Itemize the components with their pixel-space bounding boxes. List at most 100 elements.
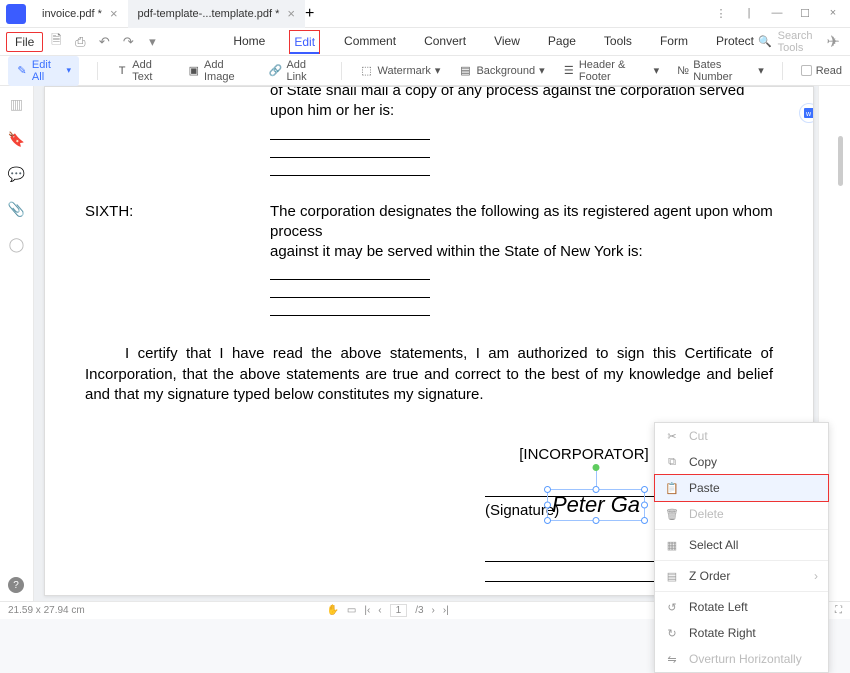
edit-all-button[interactable]: ✎ Edit All ▾ <box>8 56 79 86</box>
menubar: File 🗎 ⎙ ↶ ↷ ▾ Home Edit Comment Convert… <box>0 28 850 56</box>
resize-handle[interactable] <box>593 517 600 524</box>
sixth-label: SIXTH: <box>85 202 270 321</box>
fullscreen-icon[interactable]: ⛶ <box>835 605 842 616</box>
separator <box>655 560 828 561</box>
tab-tools[interactable]: Tools <box>600 30 636 54</box>
background-button[interactable]: ▤Background▾ <box>458 64 544 77</box>
new-tab-button[interactable]: + <box>305 5 314 23</box>
attachment-icon[interactable]: 📎 <box>8 201 25 218</box>
resize-handle[interactable] <box>641 517 648 524</box>
last-page-icon[interactable]: ›| <box>443 605 449 616</box>
print-icon[interactable]: ⎙ <box>73 34 87 50</box>
copy-icon: ⧉ <box>665 456 679 469</box>
context-delete[interactable]: 🗑Delete <box>655 501 828 527</box>
context-overturn[interactable]: ⇋Overturn Horizontally <box>655 646 828 672</box>
bookmark-icon[interactable]: 🔖 <box>8 131 25 148</box>
menubar-right-icons: ✈ ⌂ ⤢ <box>827 32 850 52</box>
resize-handle[interactable] <box>593 486 600 493</box>
dropdown-icon[interactable]: ▾ <box>145 34 159 50</box>
resize-handle[interactable] <box>641 502 648 509</box>
tab-template[interactable]: pdf-template-...template.pdf * × <box>128 0 305 28</box>
delete-icon: 🗑 <box>665 508 679 521</box>
context-rotate-left[interactable]: ↺Rotate Left <box>655 594 828 620</box>
edit-toolbar: ✎ Edit All ▾ TAdd Text ▣Add Image 🔗Add L… <box>0 56 850 86</box>
text-icon: T <box>116 65 128 77</box>
header-footer-button[interactable]: ☰Header & Footer▾ <box>563 59 659 83</box>
tab-label: pdf-template-...template.pdf * <box>138 8 280 20</box>
reader-mode-toggle[interactable]: Read <box>801 65 842 77</box>
search-tools[interactable]: 🔍 Search Tools <box>758 30 813 54</box>
tab-page[interactable]: Page <box>544 30 580 54</box>
help-button[interactable]: ? <box>8 577 24 593</box>
chevron-down-icon: ▾ <box>67 65 72 76</box>
add-image-button[interactable]: ▣Add Image <box>188 59 251 83</box>
quick-access: 🗎 ⎙ ↶ ↷ ▾ <box>49 31 159 53</box>
word-badge-icon[interactable]: w <box>799 103 814 123</box>
context-select-all[interactable]: ▦Select All <box>655 532 828 558</box>
chevron-down-icon: ▾ <box>435 64 441 77</box>
tab-invoice[interactable]: invoice.pdf * × <box>32 0 128 28</box>
close-icon[interactable]: × <box>287 6 295 21</box>
tab-form[interactable]: Form <box>656 30 692 54</box>
chevron-down-icon: ▾ <box>758 64 764 77</box>
thumbnails-icon[interactable]: ▥ <box>10 96 23 113</box>
background-icon: ▤ <box>458 64 472 77</box>
next-page-icon[interactable]: › <box>432 605 435 616</box>
prev-page-icon[interactable]: ‹ <box>378 605 381 616</box>
z-order-icon: ▤ <box>665 570 679 583</box>
context-paste[interactable]: 📋Paste <box>654 474 829 502</box>
titlebar: invoice.pdf * × pdf-template-...template… <box>0 0 850 28</box>
separator <box>341 62 342 80</box>
separator <box>655 529 828 530</box>
more-icon[interactable]: ⋮ <box>714 7 728 20</box>
close-window-button[interactable]: × <box>826 7 840 20</box>
bates-icon: № <box>677 65 689 77</box>
rotation-handle[interactable] <box>593 464 600 471</box>
select-tool-icon[interactable]: ▭ <box>347 605 356 616</box>
chevron-down-icon: ▾ <box>539 64 545 77</box>
tab-comment[interactable]: Comment <box>340 30 400 54</box>
context-cut[interactable]: ✂Cut <box>655 423 828 449</box>
maximize-button[interactable]: ☐ <box>798 7 812 20</box>
page-input[interactable]: 1 <box>390 604 408 617</box>
tab-edit[interactable]: Edit <box>289 30 320 54</box>
window-controls: ⋮ | — ☐ × <box>714 7 850 20</box>
tab-home[interactable]: Home <box>229 30 269 54</box>
separator <box>782 62 783 80</box>
undo-icon[interactable]: ↶ <box>97 34 111 50</box>
watermark-button[interactable]: ⬚Watermark▾ <box>360 64 441 77</box>
resize-handle[interactable] <box>544 486 551 493</box>
page-total: /3 <box>415 605 423 616</box>
context-copy[interactable]: ⧉Copy <box>655 449 828 475</box>
tab-convert[interactable]: Convert <box>420 30 470 54</box>
partial-paragraph: of State shall mail a copy of any proces… <box>270 86 773 122</box>
add-link-button[interactable]: 🔗Add Link <box>269 59 323 83</box>
close-icon[interactable]: × <box>110 6 118 21</box>
search-panel-icon[interactable]: ◯ <box>9 236 25 253</box>
minimize-button[interactable]: — <box>770 7 784 20</box>
tab-protect[interactable]: Protect <box>712 30 758 54</box>
rotate-right-icon: ↻ <box>665 627 679 640</box>
first-page-icon[interactable]: |‹ <box>364 605 370 616</box>
hand-tool-icon[interactable]: ✋ <box>326 605 338 616</box>
section-sixth: SIXTH: The corporation designates the fo… <box>85 202 773 321</box>
separator: | <box>742 7 756 20</box>
header-footer-icon: ☰ <box>563 64 575 77</box>
signature-object[interactable]: Peter Ga <box>547 489 645 521</box>
send-icon[interactable]: ✈ <box>827 32 840 52</box>
resize-handle[interactable] <box>544 517 551 524</box>
add-text-button[interactable]: TAdd Text <box>116 59 170 83</box>
context-z-order[interactable]: ▤Z Order› <box>655 563 828 589</box>
scrollbar-vertical[interactable] <box>838 136 843 186</box>
app-icon <box>6 4 26 24</box>
redo-icon[interactable]: ↷ <box>121 34 135 50</box>
comment-panel-icon[interactable]: 💬 <box>8 166 25 183</box>
tab-view[interactable]: View <box>490 30 524 54</box>
file-menu[interactable]: File <box>6 32 43 52</box>
resize-handle[interactable] <box>544 502 551 509</box>
blank-line <box>270 144 430 158</box>
save-icon[interactable]: 🗎 <box>49 31 63 53</box>
context-rotate-right[interactable]: ↻Rotate Right <box>655 620 828 646</box>
bates-number-button[interactable]: №Bates Number▾ <box>677 59 764 83</box>
context-menu: ✂Cut ⧉Copy 📋Paste 🗑Delete ▦Select All ▤Z… <box>654 422 829 673</box>
